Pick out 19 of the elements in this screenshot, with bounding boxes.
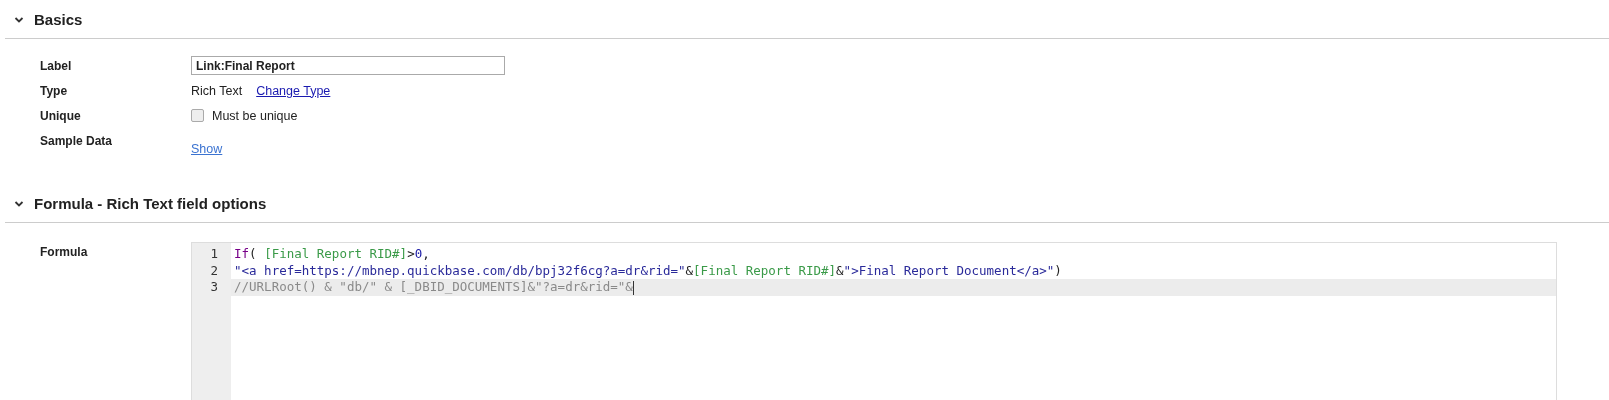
checkbox[interactable] [191, 109, 204, 122]
line-number: 2 [209, 262, 219, 279]
label-input[interactable]: Link:Final Report [191, 56, 505, 75]
section-title: Formula - Rich Text field options [34, 195, 267, 212]
line-number: 1 [209, 246, 219, 263]
type-value: Rich Text [191, 83, 243, 98]
change-type-link[interactable]: Change Type [256, 83, 331, 98]
field-label: Type [40, 83, 69, 98]
line-number: 3 [209, 279, 219, 296]
field-label: Formula [40, 245, 89, 259]
field-label: Unique [40, 108, 82, 123]
show-link[interactable]: Show [191, 142, 223, 156]
code-editor[interactable]: 1 2 3 If( [Final Report RID#]>0, "<a href=https://mbnep.quickbase.com/db/bpj32f6cg?a=dr&rid="&[Final Report RID#]&">Final Report Document</a>") //URLRoot() & "db/" & [_DBID_DOCUMENTS]&"?a=dr&rid="& [191, 242, 1557, 400]
checkbox-label: Must be unique [212, 108, 298, 123]
code-line: If( [Final Report RID#]>0, [233, 246, 431, 263]
field-label: Label [40, 58, 73, 73]
field-label: Sample Data [40, 134, 114, 148]
code-line: "<a href=https://mbnep.quickbase.com/db/bpj32f6cg?a=dr&rid="&[Final Report RID#]&">Final Report Document</a>") [233, 262, 1063, 279]
section-title: Basics [34, 11, 83, 28]
